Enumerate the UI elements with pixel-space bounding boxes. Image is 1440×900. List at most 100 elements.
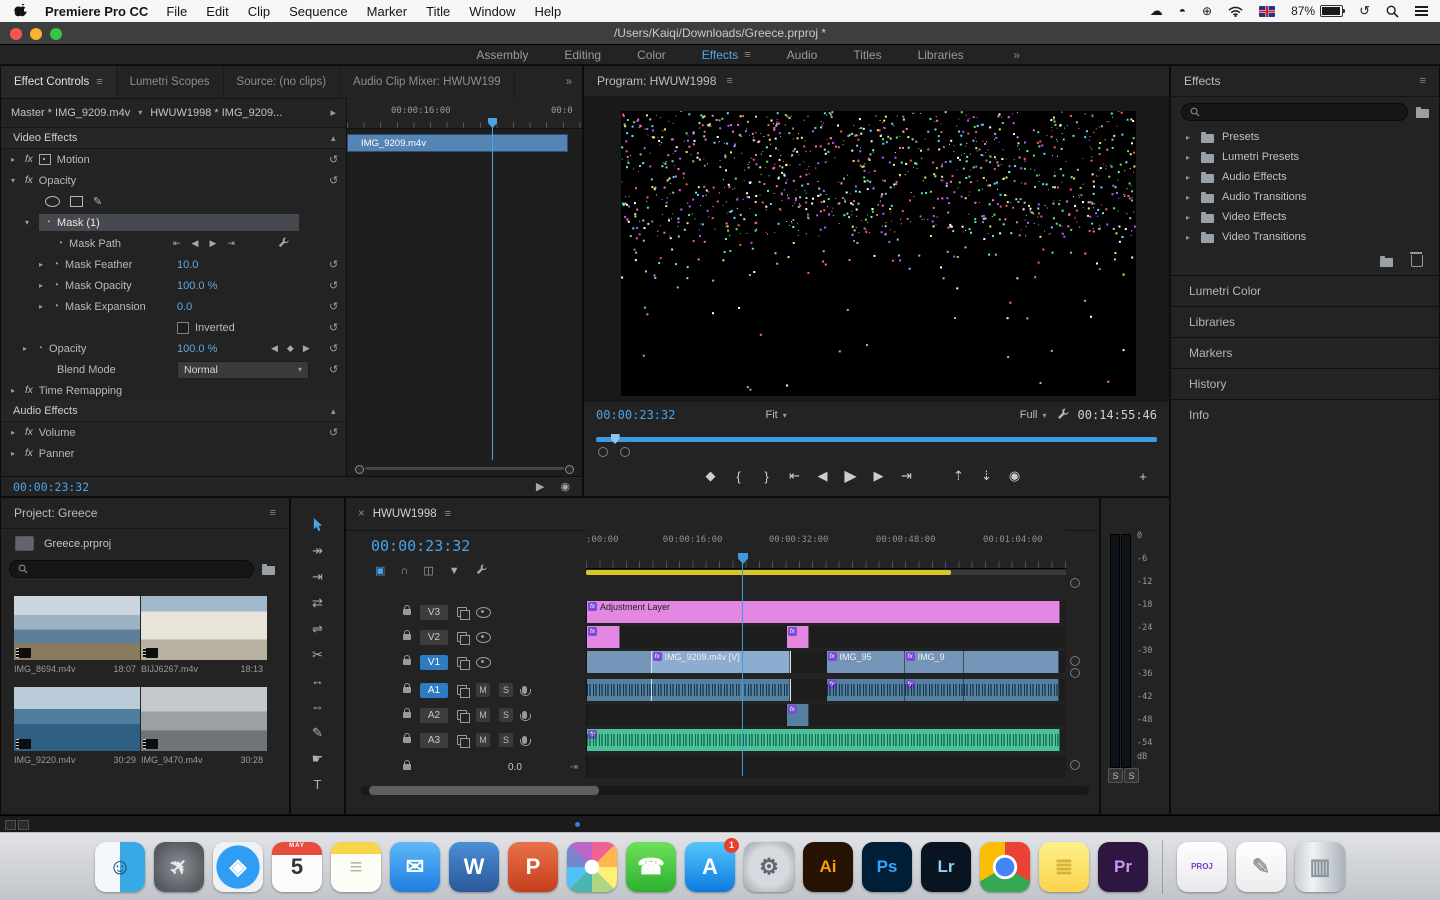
nest-toggle[interactable]: ▣ — [375, 564, 385, 577]
stopwatch-icon[interactable]: ◔ — [57, 238, 63, 249]
sync-lock-icon[interactable] — [457, 685, 470, 698]
program-scrubber[interactable] — [596, 434, 1157, 444]
dock-powerpoint[interactable]: P — [508, 841, 558, 892]
dock-facetime[interactable]: ☎ — [626, 841, 676, 892]
track-select-forward-tool[interactable]: ↠ — [291, 542, 344, 559]
timeline-clip[interactable]: fx — [587, 729, 1061, 751]
next-keyframe-button[interactable]: ▶ — [303, 343, 310, 354]
track-mask-forward-frame-button[interactable]: ⇥ — [227, 238, 235, 249]
sync-lock-icon[interactable] — [457, 735, 470, 748]
add-marker-button[interactable]: ◆ — [697, 468, 725, 484]
selection-tool[interactable] — [291, 516, 344, 533]
menu-clip[interactable]: Clip — [248, 4, 270, 19]
menu-title[interactable]: Title — [426, 4, 450, 19]
effects-search-input[interactable] — [1181, 103, 1408, 121]
ellipse-mask-tool-icon[interactable] — [45, 196, 60, 207]
cloud-icon[interactable]: ☁ — [1150, 3, 1163, 19]
twirl-icon[interactable]: ▸ — [39, 281, 47, 290]
clip-thumbnail[interactable] — [141, 687, 267, 751]
new-search-bin-icon[interactable] — [1416, 106, 1429, 118]
dock-photoshop[interactable]: Ps — [862, 841, 912, 892]
effects-tree-item-lumetri-presets[interactable]: ▸ Lumetri Presets — [1171, 147, 1439, 167]
timeline-clip[interactable]: fx Adjustment Layer — [587, 601, 1061, 623]
dock-safari[interactable]: ◈ — [213, 841, 263, 892]
project-file-row[interactable]: Greece.prproj — [1, 529, 289, 558]
rolling-edit-tool[interactable]: ⇄ — [291, 594, 344, 611]
blend-mode-row[interactable]: Blend Mode Normal ▾ ↺ — [1, 359, 346, 380]
twirl-icon[interactable]: ▸ — [11, 386, 19, 395]
snap-toggle[interactable]: ∩ — [400, 565, 408, 577]
dock-premiere[interactable]: Pr — [1098, 841, 1148, 892]
reset-icon[interactable]: ↺ — [329, 153, 338, 166]
battery-status[interactable]: 87% — [1291, 4, 1346, 18]
clip-thumbnail[interactable] — [14, 596, 140, 660]
mask-feather-row[interactable]: ▸ ◔ Mask Feather 10.0 ↺ — [1, 254, 346, 275]
panel-menu-icon[interactable]: ≡ — [744, 49, 750, 61]
workspace-tab-libraries[interactable]: Libraries — [918, 48, 964, 62]
mask-expansion-value[interactable]: 0.0 — [177, 301, 192, 313]
dock-lightroom[interactable]: Lr — [921, 841, 971, 892]
solo-button[interactable]: S — [499, 733, 513, 747]
apple-icon[interactable] — [14, 3, 27, 19]
scrollbar-handle[interactable] — [369, 786, 599, 795]
chevron-right-icon[interactable]: ▸ — [1186, 233, 1193, 242]
twirl-open-icon[interactable]: ▾ — [11, 176, 19, 185]
effects-tree-item-presets[interactable]: ▸ Presets — [1171, 127, 1439, 147]
timeline-clip[interactable] — [587, 679, 652, 701]
stopwatch-icon[interactable]: ◔ — [53, 280, 59, 291]
pen-mask-tool-icon[interactable]: ✎ — [93, 195, 102, 208]
lock-icon[interactable] — [403, 708, 411, 718]
sequence-clip-label[interactable]: HWUW1998 * IMG_9209... — [150, 107, 282, 119]
track-visibility-icon[interactable] — [476, 656, 491, 668]
lock-icon[interactable] — [403, 655, 411, 665]
effects-tree-item-video-transitions[interactable]: ▸ Video Transitions — [1171, 227, 1439, 247]
dock-mail[interactable]: ✉ — [390, 841, 440, 892]
scrubber-playhead[interactable] — [610, 434, 620, 444]
twirl-icon[interactable]: ▸ — [39, 260, 47, 269]
opacity-value[interactable]: 100.0 % — [177, 343, 217, 355]
dock-photos[interactable] — [567, 841, 617, 892]
effects-panel-title[interactable]: Effects — [1184, 74, 1220, 88]
mask-path-row[interactable]: ◔ Mask Path ⇤ ◀ ▶ ⇥ — [1, 233, 346, 254]
lock-icon[interactable] — [403, 760, 411, 770]
panel-tab-markers[interactable]: Markers — [1171, 337, 1439, 368]
play-button[interactable]: ▶ — [837, 466, 865, 486]
notification-center-icon[interactable] — [1415, 6, 1428, 8]
go-to-in-button[interactable]: ⇤ — [781, 468, 809, 484]
tab-lumetri-scopes[interactable]: Lumetri Scopes — [117, 66, 224, 98]
track-mask-backward-frame-button[interactable]: ⇤ — [173, 238, 181, 249]
timeline-clip[interactable]: fx IMG_9209.m4v [V] — [650, 651, 791, 673]
track-content-v2[interactable]: fx fx — [586, 626, 1066, 648]
solo-button[interactable]: S — [499, 708, 513, 722]
reset-icon[interactable]: ↺ — [329, 342, 338, 355]
lock-icon[interactable] — [403, 733, 411, 743]
wifi-icon[interactable] — [1228, 6, 1243, 17]
project-clip-img-9220-m4v[interactable]: IMG_9220.m4v 30:29 — [14, 687, 140, 765]
time-remapping-row[interactable]: ▸ fx Time Remapping — [1, 380, 346, 401]
status-icon[interactable] — [18, 820, 29, 830]
chevron-down-icon[interactable]: ▾ — [138, 108, 142, 117]
dock-premiere-project-file[interactable]: PROJ — [1177, 841, 1227, 892]
close-icon[interactable]: × — [358, 508, 365, 520]
track-mask-forward-button[interactable]: ▶ — [209, 238, 216, 249]
tab-audio-clip-mixer-hwuw199[interactable]: Audio Clip Mixer: HWUW199 — [340, 66, 515, 98]
settings-wrench-icon[interactable] — [1056, 407, 1069, 423]
sync-lock-icon[interactable] — [457, 632, 470, 645]
timeline-clip[interactable] — [650, 679, 791, 701]
input-language-flag-icon[interactable] — [1259, 5, 1276, 17]
twirl-icon[interactable]: ▸ — [23, 344, 31, 353]
mask-opacity-row[interactable]: ▸ ◔ Mask Opacity 100.0 % ↺ — [1, 275, 346, 296]
dock-launchpad[interactable]: ✈ — [154, 841, 204, 892]
menu-marker[interactable]: Marker — [367, 4, 407, 19]
workspace-overflow-icon[interactable]: » — [1013, 48, 1020, 62]
track-name-a3[interactable]: A3 — [420, 732, 448, 748]
chevron-right-icon[interactable]: ▸ — [1186, 193, 1193, 202]
workspace-tab-color[interactable]: Color — [637, 48, 666, 62]
timeline-clip[interactable] — [587, 651, 652, 673]
chevron-right-icon[interactable]: ▸ — [1186, 173, 1193, 182]
master-clip-label[interactable]: Master * IMG_9209.m4v — [11, 107, 130, 119]
menu-window[interactable]: Window — [469, 4, 515, 19]
program-timecode[interactable]: 00:00:23:32 — [596, 408, 675, 422]
timeline-clip[interactable] — [963, 679, 1059, 701]
panel-menu-icon[interactable]: ≡ — [726, 75, 732, 87]
